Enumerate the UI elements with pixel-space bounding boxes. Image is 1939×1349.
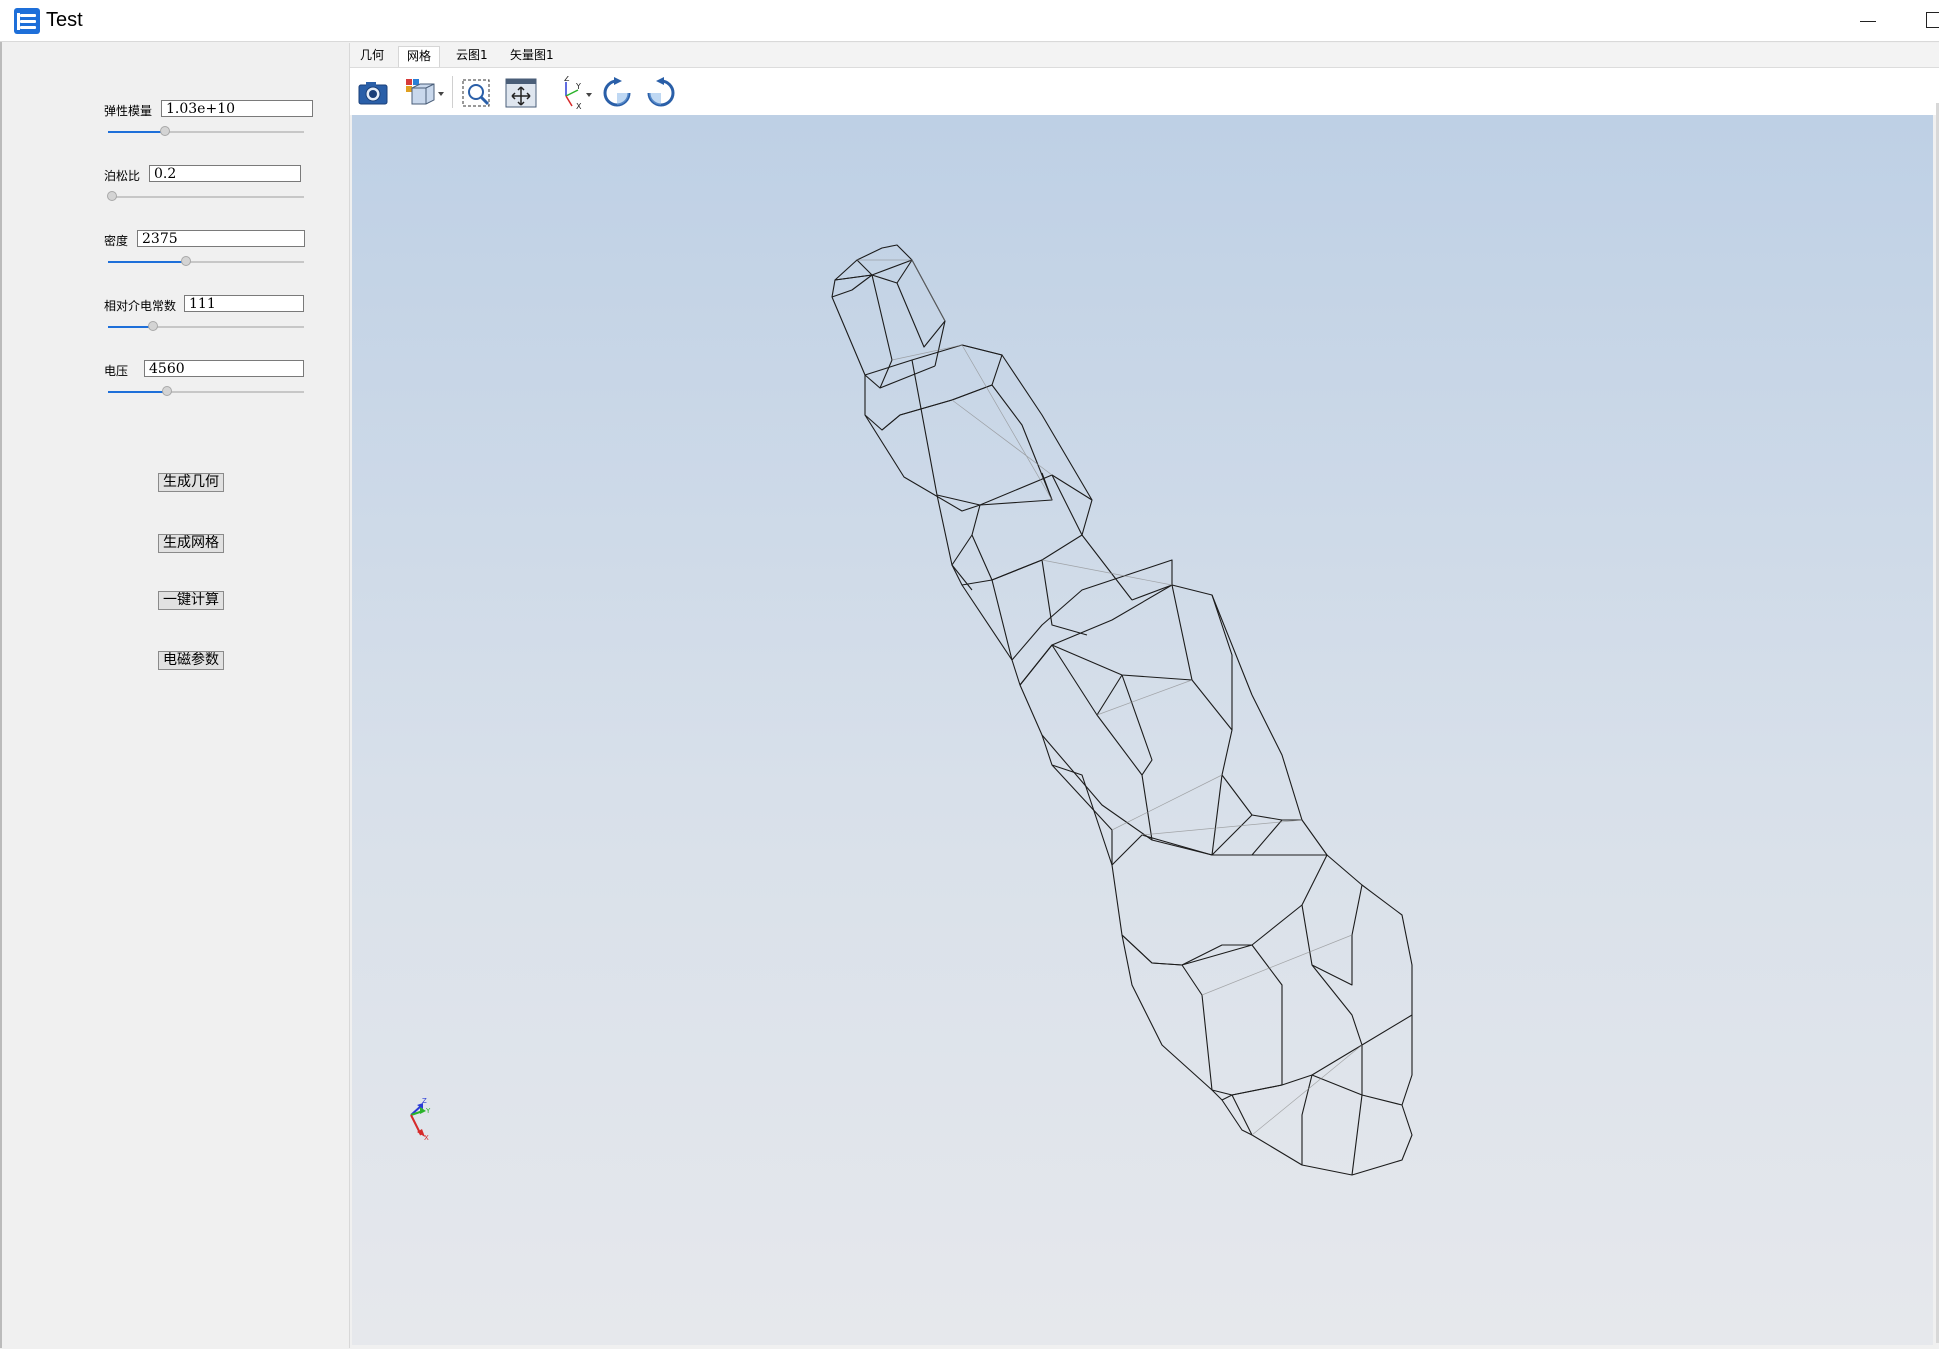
axes-orientation-icon[interactable]: Z Y X <box>554 74 594 111</box>
generate-mesh-button[interactable]: 生成网格 <box>158 534 224 553</box>
svg-text:X: X <box>576 102 582 111</box>
elastic-modulus-slider[interactable] <box>108 126 304 138</box>
view-area: 几何 网格 云图1 矢量图1 Z Y X Z Y X <box>350 43 1939 1348</box>
camera-icon[interactable] <box>356 76 390 110</box>
view-cube-icon[interactable] <box>404 76 446 110</box>
relative-permittivity-input[interactable] <box>184 295 304 312</box>
param-relative-permittivity: 相对介电常数 <box>4 295 350 355</box>
param-label: 相对介电常数 <box>104 299 177 313</box>
one-click-compute-button[interactable]: 一键计算 <box>158 591 224 610</box>
rotate-ccw-icon[interactable] <box>644 76 678 110</box>
3d-viewport[interactable]: Z Y X <box>352 115 1933 1345</box>
app-icon <box>14 8 40 34</box>
tab-bar: 几何 网格 云图1 矢量图1 <box>350 43 1939 67</box>
param-label: 泊松比 <box>104 169 141 183</box>
poisson-ratio-slider[interactable] <box>107 191 304 203</box>
param-label: 弹性模量 <box>104 104 153 118</box>
voltage-input[interactable] <box>144 360 304 377</box>
tab-vector-1[interactable]: 矢量图1 <box>502 46 562 67</box>
voltage-slider[interactable] <box>108 386 304 398</box>
param-density: 密度 <box>4 230 350 290</box>
param-label: 密度 <box>104 234 129 248</box>
parameter-panel: 弹性模量 泊松比 密度 相对介电常数 电压 生成几何 生成网 <box>4 43 350 1348</box>
poisson-ratio-input[interactable] <box>149 165 301 182</box>
svg-text:Z: Z <box>564 76 570 83</box>
elastic-modulus-input[interactable] <box>161 100 313 117</box>
em-params-button[interactable]: 电磁参数 <box>158 651 224 670</box>
density-input[interactable] <box>137 230 305 247</box>
param-voltage: 电压 <box>4 360 350 420</box>
svg-text:Y: Y <box>575 82 581 91</box>
axis-label-x: X <box>424 1134 429 1142</box>
param-label: 电压 <box>104 364 129 378</box>
toolbar-separator <box>452 76 453 108</box>
window-border <box>0 42 2 1348</box>
zoom-box-icon[interactable] <box>460 76 494 110</box>
rotate-cw-icon[interactable] <box>600 76 634 110</box>
tab-mesh[interactable]: 网格 <box>398 46 441 67</box>
param-poisson-ratio: 泊松比 <box>4 165 350 225</box>
tab-contour-1[interactable]: 云图1 <box>448 46 496 67</box>
axes-triad: Z Y X <box>410 1097 431 1142</box>
window-title: Test <box>46 9 83 31</box>
fit-view-icon[interactable] <box>504 76 538 110</box>
tab-geometry[interactable]: 几何 <box>352 46 392 67</box>
axis-label-y: Y <box>425 1107 431 1115</box>
density-slider[interactable] <box>108 256 304 268</box>
toolbar: Z Y X <box>350 67 1939 115</box>
generate-geometry-button[interactable]: 生成几何 <box>158 473 224 492</box>
axis-label-z: Z <box>422 1097 427 1105</box>
minimize-icon[interactable] <box>1856 9 1880 33</box>
mesh-wireframe: Z Y X <box>410 244 1413 1176</box>
relative-permittivity-slider[interactable] <box>108 321 304 333</box>
maximize-icon[interactable] <box>1926 12 1939 28</box>
param-elastic-modulus: 弹性模量 <box>4 100 350 160</box>
title-bar: Test <box>0 0 1939 42</box>
